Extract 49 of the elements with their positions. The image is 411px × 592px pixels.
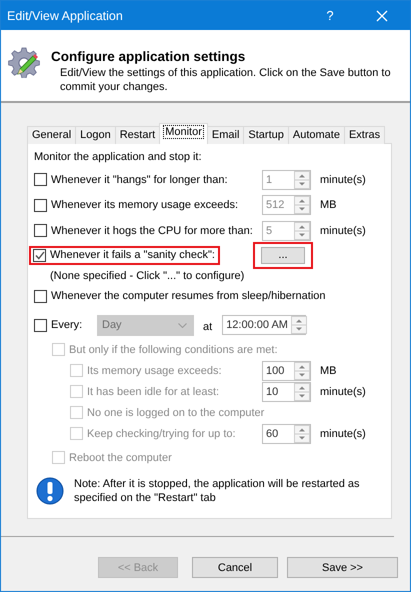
dialog-button[interactable]: Save >> [287,557,398,578]
note-text: Note: After it is stopped, the application will be restarted as specified on the "Restart" tab [74,477,361,505]
checkbox-label[interactable]: Whenever it fails a "sanity check": [50,249,215,261]
unit-label: MB [320,364,336,376]
spin-arrows-icon[interactable] [294,382,310,400]
tab[interactable]: Email [206,126,244,144]
hint-text: (None specified - Click "..." to configure) [49,270,244,282]
checkbox[interactable] [34,318,47,332]
checkbox-label[interactable]: Whenever it "hangs" for longer than: [51,174,228,186]
checkbox[interactable] [34,224,47,237]
gear-pencil-icon [8,46,40,78]
checkbox[interactable] [34,198,47,212]
spin-arrows-icon[interactable] [294,196,310,214]
tab[interactable]: Automate [288,126,345,144]
tab[interactable]: General [27,126,76,144]
tab[interactable]: Extras [344,126,386,144]
checkbox-label[interactable]: Whenever its memory usage exceeds: [51,199,238,211]
checkbox-label[interactable]: Whenever it hogs the CPU for more than: [51,224,253,236]
tab[interactable]: Logon [75,126,116,144]
tab[interactable]: Restart [114,126,160,144]
spin-arrows-icon[interactable] [294,424,310,442]
unit-label: minute(s) [320,428,366,440]
spin-field[interactable]: 12:00:00 AM [222,315,306,335]
help-button[interactable]: ? [306,8,354,23]
spin-arrows-icon[interactable] [294,222,310,240]
unit-label: minute(s) [320,224,366,236]
checkbox-label[interactable]: Whenever the computer resumes from sleep/hibernation [51,290,326,302]
checkbox[interactable] [34,290,47,302]
unit-label: minute(s) [320,386,366,398]
spin-arrows-icon[interactable] [294,362,310,380]
header-description: Edit/View the settings of this application. Click on the Save button to commit your changes. [59,66,392,94]
close-icon[interactable] [376,10,388,22]
header-title: Configure application settings [51,49,246,64]
spin-arrows-icon[interactable] [290,316,307,334]
tab[interactable]: Startup [243,126,289,144]
info-icon [36,477,64,505]
section-heading: Monitor the application and stop it: [34,151,203,165]
unit-label: minute(s) [320,174,366,186]
tab[interactable]: Monitor [159,123,208,144]
checkbox[interactable] [34,173,47,186]
configure-button[interactable]: ... [261,246,305,264]
checkbox-label[interactable]: Every: [51,319,82,331]
at-label: at [203,321,212,333]
dialog-button[interactable]: Cancel [192,557,278,578]
unit-label: MB [320,199,336,211]
caret-icon [178,322,187,328]
checkbox[interactable] [33,248,46,262]
window-title: Edit/View Application [6,8,124,22]
spin-arrows-icon[interactable] [294,170,310,188]
